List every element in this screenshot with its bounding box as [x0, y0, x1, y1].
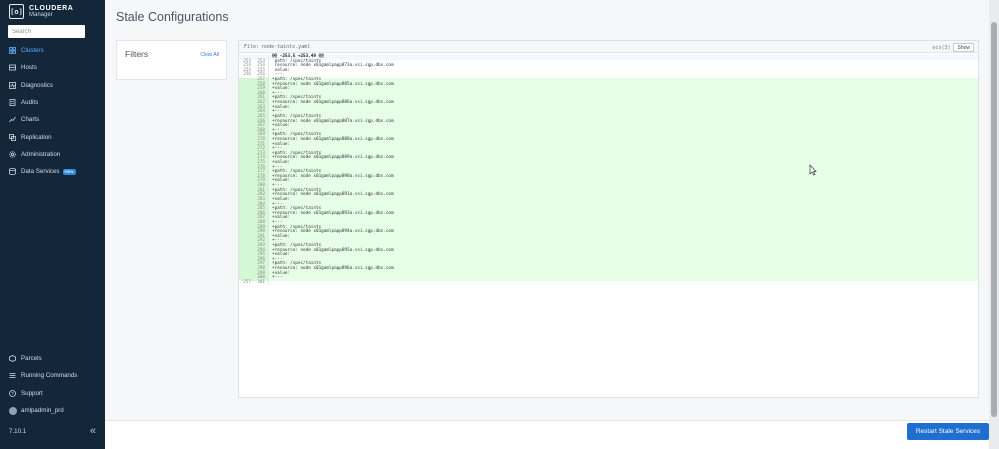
sidebar-item-label: Administration [21, 150, 61, 158]
sidebar-item-label: Charts [21, 116, 40, 124]
replication-icon [9, 133, 16, 141]
sidebar-item-label: Replication [21, 133, 52, 141]
mouse-cursor-icon [809, 164, 817, 176]
user-avatar [9, 406, 17, 415]
diff-line: 257 301 [239, 279, 978, 286]
collapse-sidebar-icon[interactable]: « [90, 425, 96, 437]
sidebar-item-label: Support [21, 389, 43, 397]
page-title: Stale Configurations [116, 10, 229, 24]
brand-subtitle: Manager [29, 11, 53, 18]
sidebar-item-audits[interactable]: Audits [0, 94, 105, 111]
search-input[interactable] [8, 25, 85, 38]
sidebar-item-label: Diagnostics [21, 81, 53, 89]
new-badge: New [62, 168, 76, 175]
sidebar-item-diagnostics[interactable]: Diagnostics [0, 77, 105, 94]
sidebar-item-label: Audits [21, 99, 39, 107]
sidebar-item-administration[interactable]: Administration [0, 146, 105, 163]
main-content: Stale Configurations Filters Clear All F… [105, 0, 989, 449]
page-scrollbar[interactable] [989, 0, 999, 449]
version-label: 7.10.1 [9, 427, 27, 435]
cloudera-logo-icon: [o] [9, 4, 24, 19]
sidebar-item-charts[interactable]: Charts [0, 111, 105, 128]
clusters-icon [9, 47, 16, 55]
new-line-number: 301 [253, 280, 269, 286]
sidebar-item-parcels[interactable]: Parcels [0, 350, 105, 367]
running-commands-icon [9, 372, 16, 379]
data-services-icon [9, 168, 16, 176]
diff-header: File: node-taints.yaml ecs(3) Show [239, 41, 978, 53]
role-group-label: ecs(3) [932, 44, 951, 51]
show-button[interactable]: Show [953, 43, 974, 52]
old-line-number: 257 [243, 279, 251, 285]
sidebar-item-label: Running Commands [21, 372, 78, 380]
charts-icon [9, 116, 16, 123]
file-label: File: node-taints.yaml [244, 44, 311, 50]
svg-text:?: ? [11, 391, 14, 396]
diagnostics-icon [9, 81, 16, 89]
filters-panel: Filters Clear All [116, 40, 227, 80]
brand[interactable]: [o] CLOUDERA Manager [9, 4, 73, 19]
sidebar: [o] CLOUDERA Manager Clusters Hosts Diagno… [0, 0, 105, 449]
filters-title: Filters [125, 49, 149, 59]
sidebar-item-replication[interactable]: Replication [0, 128, 105, 145]
sidebar-item-hosts[interactable]: Hosts [0, 59, 105, 76]
footer-bar: Restart Stale Services [105, 420, 989, 449]
diff-viewer: File: node-taints.yaml ecs(3) Show @@ -2… [238, 40, 979, 398]
diff-body: @@ -253,5 +253,49 @@ 253 253 path: /spec/t… [239, 54, 978, 286]
restart-stale-services-button[interactable]: Restart Stale Services [907, 423, 989, 440]
sidebar-item-support[interactable]: ? Support [0, 385, 105, 402]
sidebar-item-data-services[interactable]: Data Services New [0, 163, 105, 180]
scrollbar-thumb[interactable] [991, 22, 997, 417]
brand-name: CLOUDERA [29, 4, 74, 12]
support-icon: ? [9, 389, 16, 397]
sidebar-item-label: Data Services [21, 168, 60, 176]
audits-icon [9, 99, 16, 106]
sidebar-item-amlpadmin-prd[interactable]: amlpadmin_prd [0, 402, 105, 419]
sidebar-nav: Clusters Hosts Diagnostics Audits Charts Repl… [0, 42, 105, 180]
gear-icon [9, 151, 16, 158]
sidebar-item-label: amlpadmin_prd [21, 407, 64, 415]
sidebar-item-clusters[interactable]: Clusters [0, 42, 105, 59]
hosts-icon [9, 64, 16, 71]
sidebar-nav-bottom: Parcels Running Commands? Support amlpadmin… [0, 350, 105, 419]
sidebar-item-running-commands[interactable]: Running Commands [0, 367, 105, 384]
line-content [269, 281, 978, 286]
sidebar-item-label: Parcels [21, 355, 42, 363]
sidebar-item-label: Clusters [21, 47, 44, 55]
clear-all-link[interactable]: Clear All [200, 52, 219, 58]
sidebar-item-label: Hosts [21, 64, 37, 72]
parcels-icon [9, 355, 16, 363]
